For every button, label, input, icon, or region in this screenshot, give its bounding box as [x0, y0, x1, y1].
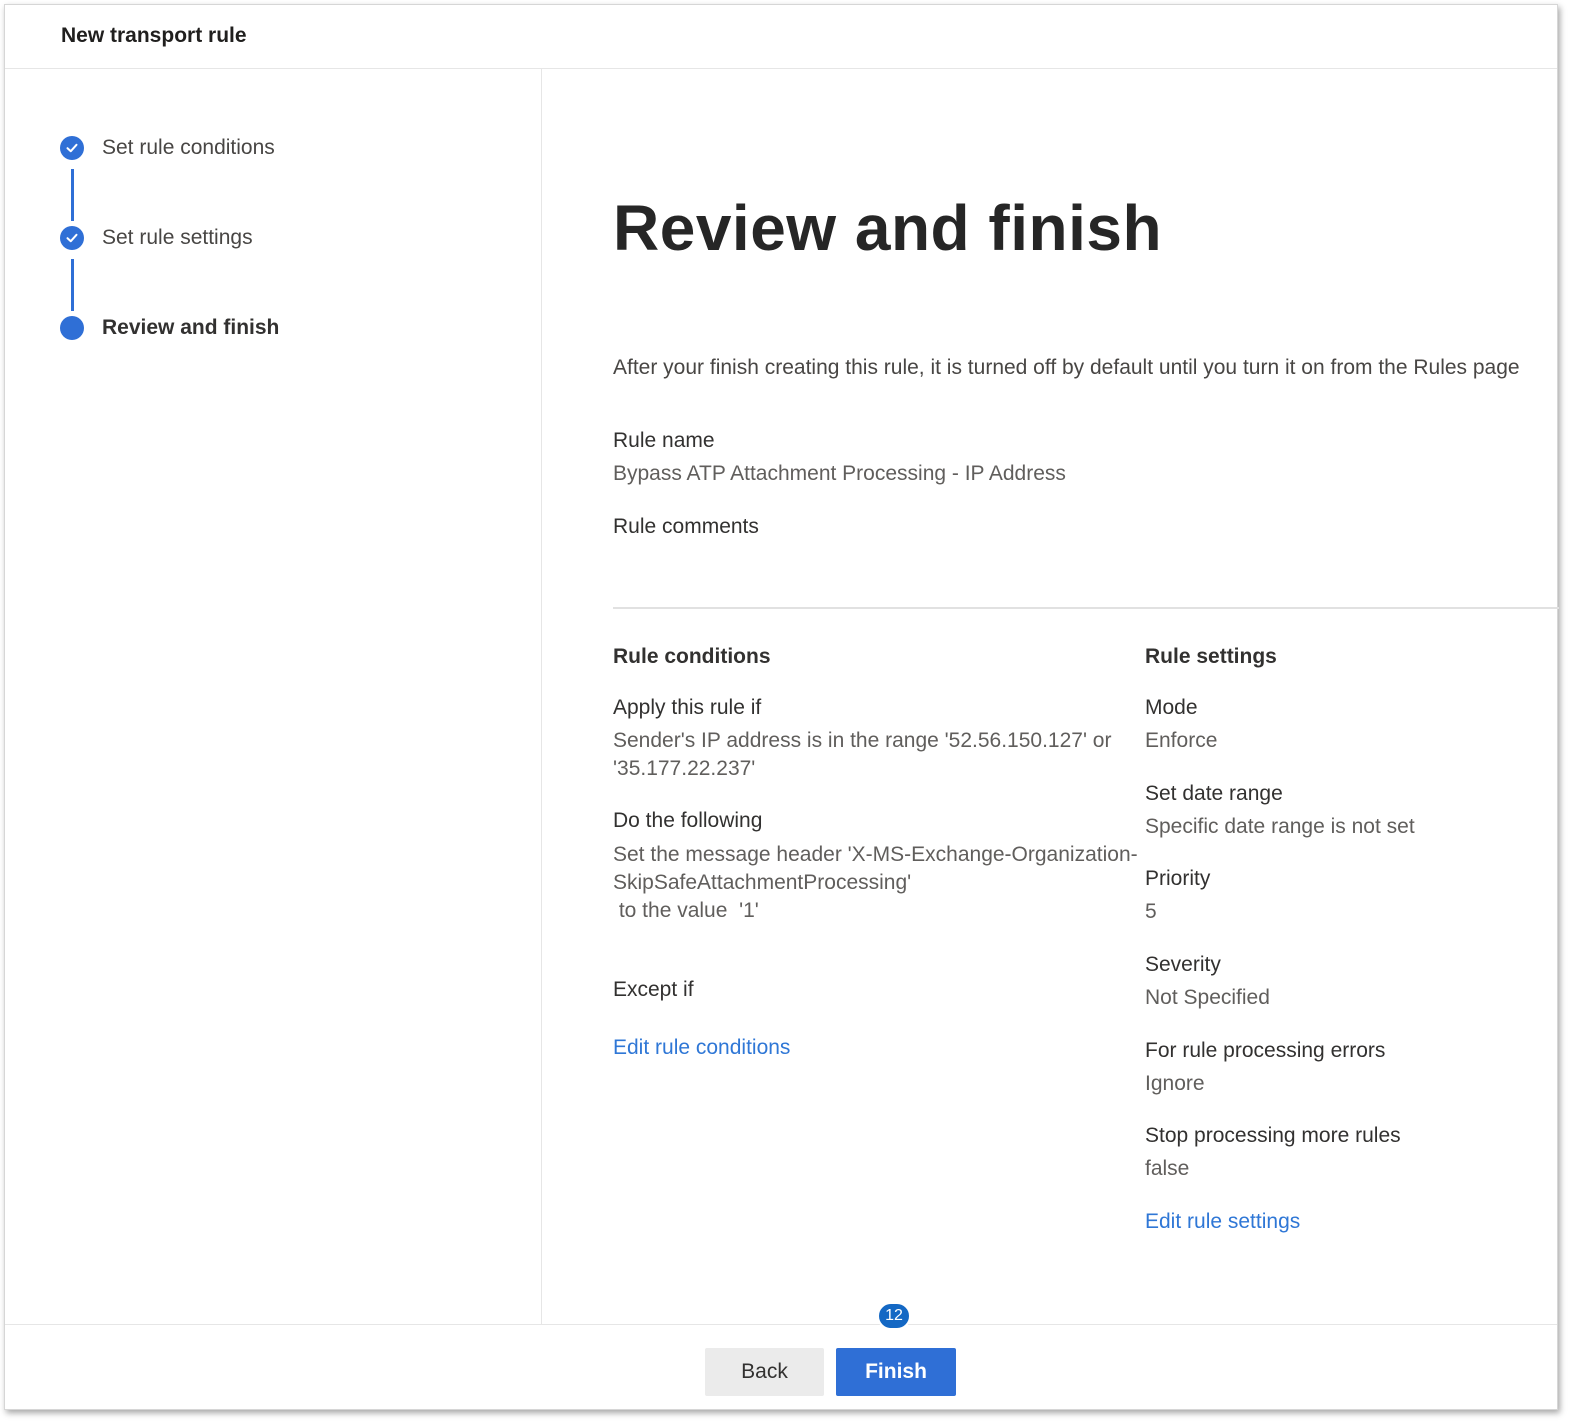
step-connector	[71, 259, 74, 311]
current-step-dot-icon	[60, 316, 84, 340]
stop-processing-label: Stop processing more rules	[1145, 1124, 1401, 1147]
stop-processing-value: false	[1145, 1157, 1190, 1180]
step-label: Set rule conditions	[102, 136, 275, 159]
severity-value: Not Specified	[1145, 986, 1270, 1009]
transport-rule-window: New transport rule Set rule conditions S…	[4, 4, 1559, 1411]
except-if-label: Except if	[613, 978, 694, 1001]
severity-label: Severity	[1145, 953, 1221, 976]
back-button[interactable]: Back	[705, 1348, 824, 1396]
do-the-following-value-2: to the value '1'	[613, 899, 759, 922]
rule-name-value: Bypass ATP Attachment Processing - IP Ad…	[613, 462, 1066, 485]
step-label: Set rule settings	[102, 226, 253, 249]
intro-text: After your finish creating this rule, it…	[613, 356, 1520, 379]
priority-value: 5	[1145, 900, 1157, 923]
rule-settings-title: Rule settings	[1145, 645, 1277, 668]
rule-name-label: Rule name	[613, 429, 715, 452]
step-connector	[71, 169, 74, 221]
priority-label: Priority	[1145, 867, 1211, 890]
date-range-label: Set date range	[1145, 782, 1283, 805]
step-set-rule-conditions[interactable]: Set rule conditions	[60, 136, 275, 160]
do-the-following-label: Do the following	[613, 809, 763, 832]
rule-comments-label: Rule comments	[613, 515, 759, 538]
wizard-footer: Back Finish	[5, 1324, 1557, 1411]
mode-label: Mode	[1145, 696, 1198, 719]
step-review-and-finish[interactable]: Review and finish	[60, 316, 279, 340]
wizard-steps: Set rule conditions Set rule settings Re…	[5, 69, 542, 1324]
step-set-rule-settings[interactable]: Set rule settings	[60, 226, 253, 250]
finish-button[interactable]: Finish	[836, 1348, 956, 1396]
section-divider	[613, 607, 1559, 609]
edit-rule-conditions-link[interactable]: Edit rule conditions	[613, 1036, 790, 1060]
page-title: Review and finish	[613, 192, 1163, 264]
do-the-following-value: Set the message header 'X-MS-Exchange-Or…	[613, 843, 1138, 894]
date-range-value: Specific date range is not set	[1145, 815, 1415, 838]
check-icon	[60, 226, 84, 250]
apply-rule-if-value: Sender's IP address is in the range '52.…	[613, 729, 1112, 780]
check-icon	[60, 136, 84, 160]
edit-rule-settings-link[interactable]: Edit rule settings	[1145, 1210, 1300, 1234]
rule-conditions-title: Rule conditions	[613, 645, 771, 668]
panel-title: New transport rule	[61, 24, 247, 47]
apply-rule-if-label: Apply this rule if	[613, 696, 762, 719]
step-label: Review and finish	[102, 316, 280, 339]
step-number-badge: 12	[877, 1302, 911, 1330]
mode-value: Enforce	[1145, 729, 1218, 752]
processing-errors-value: Ignore	[1145, 1072, 1205, 1095]
processing-errors-label: For rule processing errors	[1145, 1039, 1386, 1062]
panel-header: New transport rule	[5, 5, 1557, 69]
